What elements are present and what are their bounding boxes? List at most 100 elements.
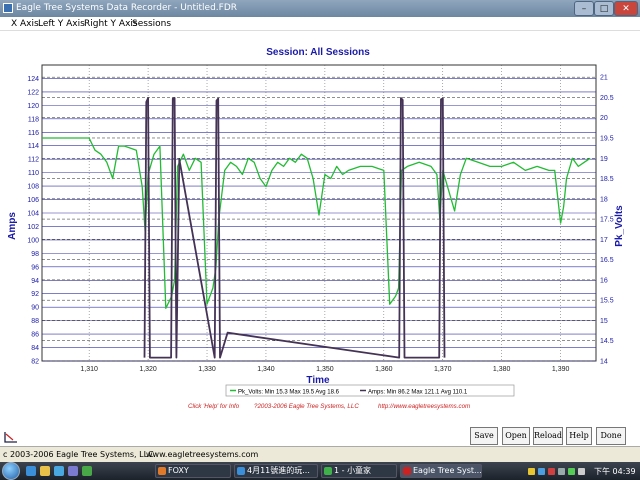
left-y-tick-label: 86 <box>31 332 39 339</box>
browser-icon <box>237 467 245 475</box>
left-y-tick-label: 88 <box>31 318 39 325</box>
right-y-tick-label: 20 <box>600 115 608 122</box>
right-y-tick-label: 18 <box>600 196 608 203</box>
app-icon <box>3 3 13 13</box>
graph-settings-icon[interactable] <box>4 428 18 443</box>
save-button[interactable]: Save <box>470 427 498 445</box>
volume-icon[interactable] <box>578 468 585 475</box>
right-y-tick-label: 19.5 <box>600 135 614 142</box>
left-y-tick-labels: 82 84 86 88 90 92 94 96 98 100 102 104 106 108 110 112 1… <box>27 76 39 366</box>
x-tick-label: 1,370 <box>434 366 452 373</box>
quicklaunch-app-icon[interactable] <box>82 466 92 476</box>
chart-legend: Pk_Volts: Min 15.3 Max 19.5 Avg 18.6 Amp… <box>225 384 515 397</box>
right-axis-label: Pk_Volts <box>614 205 625 247</box>
left-axis-label: Amps <box>7 212 18 240</box>
taskbar-item-label: 1 - 小童家 <box>334 466 372 475</box>
help-button[interactable]: Help <box>566 427 592 445</box>
chart-footer-copyright: ?2003-2006 Eagle Tree Systems, LLC <box>254 403 359 410</box>
quicklaunch-folder-icon[interactable] <box>40 466 50 476</box>
left-y-tick-label: 104 <box>27 211 39 218</box>
window-title: Eagle Tree Systems Data Recorder - Untit… <box>16 3 238 13</box>
left-y-tick-label: 124 <box>27 76 39 83</box>
taskbar-item-label: 4月11號進的玩... <box>247 466 310 475</box>
menu-sessions[interactable]: Sessions <box>132 19 171 29</box>
menu-x-axis[interactable]: X Axis <box>11 19 39 29</box>
tray-icon[interactable] <box>528 468 535 475</box>
right-y-tick-label: 14 <box>600 359 608 366</box>
open-button[interactable]: Open <box>502 427 530 445</box>
chart-svg: Session: All Sessions 82 84 86 88 90 92 94 96 98… <box>7 47 625 410</box>
menu-bar: X Axis Left Y Axis Right Y Axis Sessions <box>0 17 640 31</box>
x-tick-label: 1,350 <box>316 366 334 373</box>
left-y-tick-label: 90 <box>31 305 39 312</box>
chart-footer-url[interactable]: http://www.eagletreesystems.com <box>378 403 470 410</box>
left-y-tick-label: 118 <box>28 116 39 123</box>
left-y-tick-label: 110 <box>28 170 39 177</box>
taskbar-item-eagle-tree[interactable]: Eagle Tree Syst... <box>400 464 482 478</box>
x-tick-label: 1,360 <box>375 366 393 373</box>
tray-icon[interactable] <box>558 468 565 475</box>
chart-footer-help: Click 'Help' for Info <box>188 403 240 410</box>
status-copyright: c 2003-2006 Eagle Tree Systems, LLC <box>3 450 154 459</box>
chat-icon <box>324 467 332 475</box>
left-y-tick-label: 102 <box>27 224 39 231</box>
menu-left-y-axis[interactable]: Left Y Axis <box>38 19 85 29</box>
x-tick-label: 1,340 <box>257 366 275 373</box>
taskbar: FOXY 4月11號進的玩... 1 - 小童家 Eagle Tree Syst… <box>0 462 640 480</box>
minimize-button[interactable]: – <box>574 1 594 16</box>
done-button[interactable]: Done <box>596 427 626 445</box>
right-y-tick-label: 18.5 <box>600 176 614 183</box>
left-y-tick-label: 100 <box>27 237 39 244</box>
close-button[interactable]: ✕ <box>614 1 638 16</box>
left-y-tick-label: 92 <box>31 291 39 298</box>
eagle-tree-icon <box>403 467 411 475</box>
status-bar: c 2003-2006 Eagle Tree Systems, LLC www.… <box>0 446 640 462</box>
taskbar-item-chat[interactable]: 1 - 小童家 <box>321 464 397 478</box>
right-y-tick-labels: 14 14.5 15 15.5 16 16.5 17 17.5 18 18.5 19 19.5 20 20… <box>600 75 614 366</box>
right-y-tick-label: 15 <box>600 318 608 325</box>
left-y-tick-label: 98 <box>31 251 39 258</box>
left-y-tick-label: 106 <box>27 197 39 204</box>
right-y-tick-label: 17.5 <box>600 217 614 224</box>
x-axis-label: Time <box>306 375 330 386</box>
left-y-tick-label: 116 <box>28 130 39 137</box>
left-y-tick-label: 114 <box>28 143 39 150</box>
title-bar: Eagle Tree Systems Data Recorder - Untit… <box>0 0 640 17</box>
system-tray: 下午 04:39 <box>520 464 640 478</box>
left-y-tick-label: 96 <box>31 264 39 271</box>
tray-icon[interactable] <box>538 468 545 475</box>
legend-amps-text: Amps: Min 86.2 Max 121.1 Avg 110.1 <box>368 390 468 396</box>
taskbar-item-browser[interactable]: 4月11號進的玩... <box>234 464 318 478</box>
right-y-tick-label: 21 <box>600 75 608 82</box>
taskbar-item-label: FOXY <box>168 466 189 475</box>
clock[interactable]: 下午 04:39 <box>594 466 636 477</box>
left-y-tick-label: 122 <box>27 89 39 96</box>
quicklaunch-ie-icon[interactable] <box>26 466 36 476</box>
quicklaunch-desktop-icon[interactable] <box>68 466 78 476</box>
left-y-tick-label: 112 <box>28 157 39 164</box>
x-tick-label: 1,330 <box>198 366 216 373</box>
right-y-tick-label: 16.5 <box>600 257 614 264</box>
reload-button[interactable]: Reload <box>533 427 563 445</box>
right-y-tick-label: 14.5 <box>600 338 614 345</box>
left-y-tick-label: 94 <box>31 278 39 285</box>
left-y-tick-label: 120 <box>27 103 39 110</box>
chart-area: Session: All Sessions 82 84 86 88 90 92 94 96 98… <box>0 31 640 421</box>
tray-icon[interactable] <box>568 468 575 475</box>
x-tick-label: 1,320 <box>139 366 157 373</box>
maximize-button[interactable]: □ <box>594 1 614 16</box>
start-button[interactable] <box>2 462 20 480</box>
status-url: www.eagletreesystems.com <box>146 450 259 459</box>
x-tick-label: 1,380 <box>493 366 511 373</box>
left-y-tick-label: 84 <box>31 345 39 352</box>
right-y-tick-label: 20.5 <box>600 95 614 102</box>
foxy-icon <box>158 467 166 475</box>
right-y-tick-label: 15.5 <box>600 298 614 305</box>
taskbar-item-label: Eagle Tree Syst... <box>413 466 482 475</box>
tray-icon[interactable] <box>548 468 555 475</box>
x-tick-label: 1,310 <box>80 366 98 373</box>
left-y-tick-label: 82 <box>31 359 39 366</box>
quicklaunch-media-icon[interactable] <box>54 466 64 476</box>
taskbar-item-foxy[interactable]: FOXY <box>155 464 231 478</box>
menu-right-y-axis[interactable]: Right Y Axis <box>84 19 138 29</box>
